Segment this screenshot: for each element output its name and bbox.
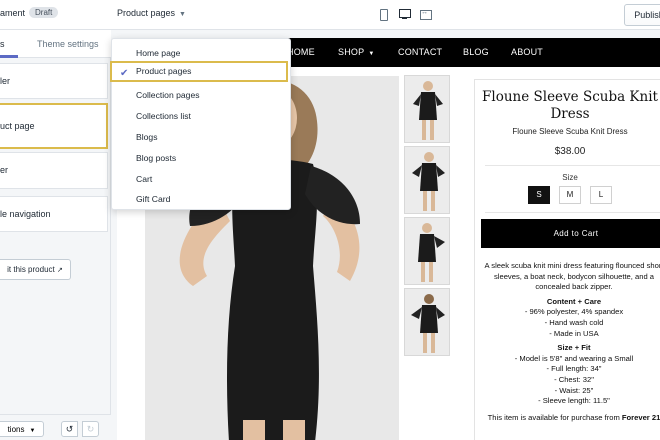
undo-icon: ↺: [65, 424, 74, 434]
section-mobile-navigation[interactable]: le navigation: [0, 196, 108, 232]
product-thumbnail[interactable]: [404, 146, 450, 214]
fit-line: - Sleeve length: 11.5": [538, 396, 610, 406]
add-to-cart-button[interactable]: Add to Cart: [481, 219, 660, 248]
nav-blog[interactable]: BLOG: [463, 47, 489, 57]
nav-about[interactable]: ABOUT: [511, 47, 543, 57]
dropdown-item-blogs[interactable]: Blogs: [112, 127, 292, 148]
availability-brand[interactable]: Forever 21: [622, 413, 660, 422]
product-title: Floune Sleeve Scuba Knit Dress: [482, 89, 658, 122]
dropdown-item-collection-pages[interactable]: Collection pages: [112, 85, 292, 106]
page-type-selector-label: Product pages: [117, 8, 176, 18]
dropdown-item-collections-list[interactable]: Collections list: [112, 106, 292, 127]
publish-button[interactable]: Publish: [624, 4, 660, 26]
store-name: ament: [0, 8, 26, 18]
care-line: - Made in USA: [549, 328, 599, 338]
desktop-icon[interactable]: [399, 8, 411, 20]
section-label: er: [0, 165, 9, 175]
size-option-l[interactable]: L: [590, 186, 612, 204]
section-header[interactable]: ler: [0, 63, 108, 99]
editor-sidebar: s Theme settings ler uct page er le navi…: [0, 30, 111, 440]
thumbnail-graphic: [405, 218, 449, 284]
fit-line: - Model is 5'8" and wearing a Small: [514, 353, 634, 363]
availability-note: This item is available for purchase from…: [479, 413, 660, 424]
divider: [485, 212, 660, 213]
size-label: Size: [562, 173, 578, 182]
active-tab-indicator: [0, 55, 18, 58]
chevron-down-icon: ▼: [29, 427, 36, 434]
dropdown-item-blog-posts[interactable]: Blog posts: [112, 148, 292, 169]
dropdown-item-gift-card[interactable]: Gift Card: [112, 189, 292, 210]
edit-product-button[interactable]: it this product ↗: [0, 259, 71, 280]
external-link-icon: ↗: [56, 267, 63, 274]
page-type-selector[interactable]: Product pages ▼: [117, 8, 186, 18]
size-option-s[interactable]: S: [528, 186, 550, 204]
fullscreen-icon[interactable]: [420, 8, 432, 20]
care-heading: Content + Care: [546, 296, 602, 306]
nav-contact[interactable]: CONTACT: [398, 47, 442, 57]
fit-heading: Size + Fit: [557, 343, 591, 353]
chevron-down-icon: ▼: [368, 51, 375, 57]
checkmark-icon: ✔: [120, 68, 129, 79]
section-label: le navigation: [0, 209, 51, 219]
redo-icon: ↻: [86, 424, 95, 434]
fit-line: - Waist: 25": [554, 385, 594, 395]
top-bar: ament Draft Product pages▼ Publish: [0, 0, 660, 30]
mobile-icon[interactable]: [378, 8, 389, 21]
care-line: - 96% polyester, 4% spandex: [524, 307, 624, 317]
product-thumbnail[interactable]: [404, 217, 450, 285]
nav-shop-label: SHOP: [338, 47, 365, 57]
sections-dropdown-label: tions: [7, 424, 25, 434]
fit-line: - Full length: 34": [546, 364, 602, 374]
care-line: - Hand wash cold: [544, 317, 604, 327]
section-label: ler: [0, 76, 11, 86]
thumbnail-graphic: [405, 76, 449, 142]
product-price: $38.00: [554, 146, 586, 157]
dropdown-item-label: Product pages: [136, 66, 192, 76]
section-product-page[interactable]: uct page: [0, 103, 108, 149]
product-info: Floune Sleeve Scuba Knit Dress Floune Sl…: [474, 79, 660, 440]
availability-prefix: This item is available for purchase from: [487, 412, 620, 422]
device-toggle: [378, 8, 432, 21]
product-thumbnail[interactable]: [404, 75, 450, 143]
sections-dropdown-button[interactable]: tions ▼: [0, 421, 44, 437]
dropdown-item-cart[interactable]: Cart: [112, 169, 292, 190]
product-thumbnail[interactable]: [404, 288, 450, 356]
size-option-m[interactable]: M: [559, 186, 581, 204]
thumbnail-graphic: [405, 289, 449, 355]
fit-line: - Chest: 32": [554, 374, 594, 384]
description-text: A sleek scuba knit mini dress featuring …: [484, 261, 660, 292]
sidebar-tabs: s Theme settings: [0, 30, 111, 58]
nav-shop[interactable]: SHOP ▼: [338, 47, 374, 57]
redo-button[interactable]: ↻: [82, 421, 99, 437]
chevron-down-icon: ▼: [179, 11, 186, 18]
page-type-dropdown: Home page ✔ Product pages Collection pag…: [110, 38, 292, 210]
dropdown-item-product-pages[interactable]: ✔ Product pages: [110, 61, 288, 82]
divider: [485, 165, 660, 166]
status-badge: Draft: [29, 7, 59, 18]
section-footer[interactable]: er: [0, 152, 108, 189]
edit-product-label: it this product: [7, 265, 55, 274]
sidebar-footer: tions ▼ ↺ ↻: [0, 414, 111, 440]
tab-theme-settings[interactable]: Theme settings: [37, 39, 99, 49]
section-label: uct page: [0, 121, 35, 131]
tab-sections[interactable]: s: [0, 39, 5, 49]
product-subtitle: Floune Sleeve Scuba Knit Dress: [512, 127, 628, 136]
product-description: A sleek scuba knit mini dress featuring …: [479, 261, 660, 423]
undo-button[interactable]: ↺: [61, 421, 78, 437]
thumbnail-graphic: [405, 147, 449, 213]
